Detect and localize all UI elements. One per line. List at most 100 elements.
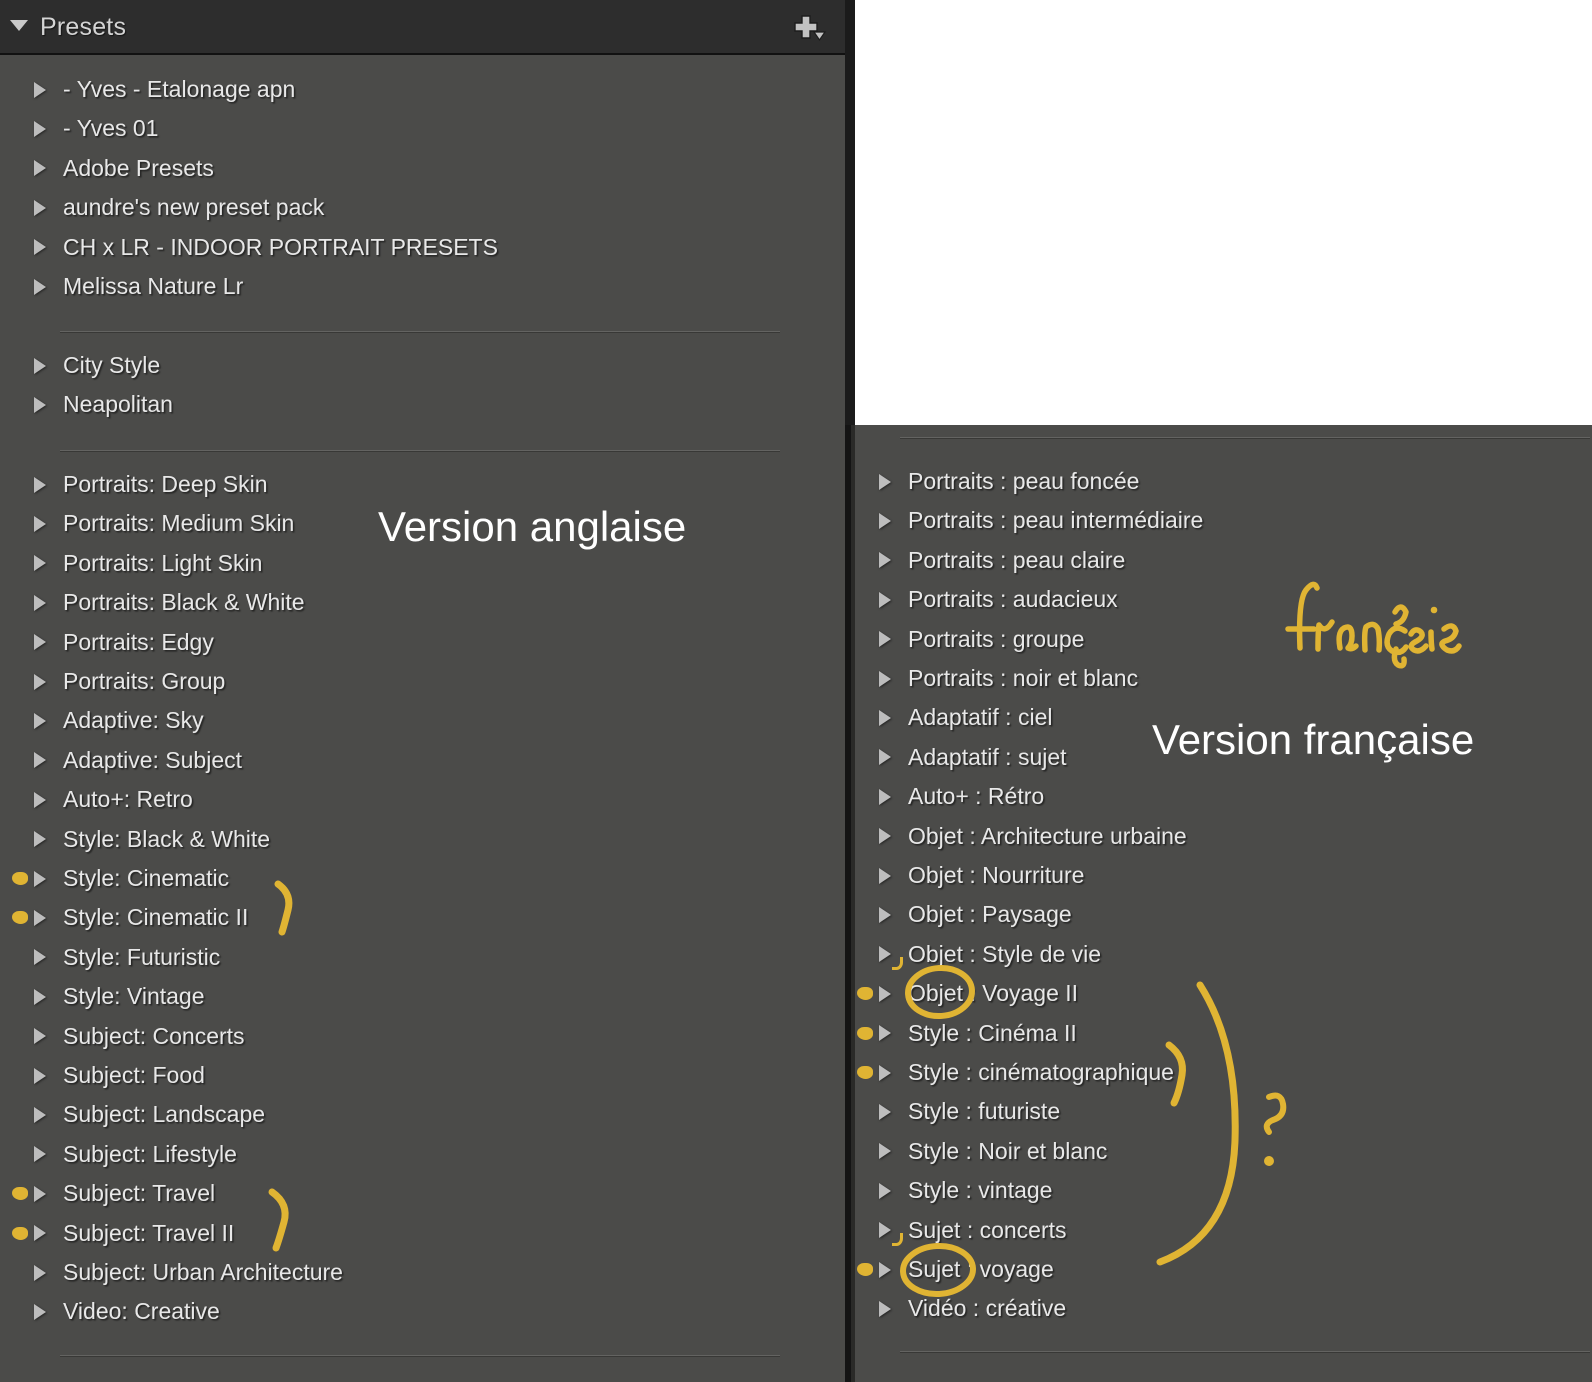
disclosure-triangle-icon[interactable] bbox=[879, 1261, 891, 1278]
preset-list-item[interactable]: Subject: Landscape bbox=[0, 1095, 845, 1134]
disclosure-triangle-icon[interactable] bbox=[879, 1182, 891, 1199]
disclosure-triangle-icon[interactable] bbox=[34, 1067, 46, 1084]
preset-list-item[interactable]: Portraits: Black & White bbox=[0, 583, 845, 622]
disclosure-triangle-icon[interactable] bbox=[34, 278, 46, 295]
preset-list-item[interactable]: - Yves 01 bbox=[0, 109, 845, 148]
disclosure-triangle-icon[interactable] bbox=[34, 831, 46, 848]
disclosure-triangle-icon[interactable] bbox=[34, 396, 46, 413]
disclosure-triangle-icon[interactable] bbox=[34, 870, 46, 887]
preset-list-item[interactable]: Portraits: Group bbox=[0, 662, 845, 701]
disclosure-triangle-icon[interactable] bbox=[879, 473, 891, 490]
preset-list-item[interactable]: Sujet : voyage bbox=[855, 1250, 1592, 1289]
preset-list-item[interactable]: Style: Cinematic bbox=[0, 859, 845, 898]
preset-list-item[interactable]: Portraits : peau claire bbox=[855, 541, 1592, 580]
disclosure-triangle-icon[interactable] bbox=[879, 1222, 891, 1239]
disclosure-triangle-icon[interactable] bbox=[879, 828, 891, 845]
preset-list-item[interactable]: CH x LR - INDOOR PORTRAIT PRESETS bbox=[0, 228, 845, 267]
preset-list-item[interactable]: Portraits : noir et blanc bbox=[855, 659, 1592, 698]
preset-list-item[interactable]: Portraits : groupe bbox=[855, 620, 1592, 659]
disclosure-triangle-icon[interactable] bbox=[34, 515, 46, 532]
disclosure-triangle-icon[interactable] bbox=[879, 1064, 891, 1081]
disclosure-triangle-icon[interactable] bbox=[879, 906, 891, 923]
preset-list-item[interactable]: Style: Vintage bbox=[0, 977, 845, 1016]
preset-list-item[interactable]: aundre's new preset pack bbox=[0, 188, 845, 227]
disclosure-triangle-icon[interactable] bbox=[34, 1106, 46, 1123]
disclosure-triangle-icon[interactable] bbox=[34, 239, 46, 256]
preset-list-item[interactable]: Style : Cinéma II bbox=[855, 1014, 1592, 1053]
disclosure-triangle-icon[interactable] bbox=[34, 1028, 46, 1045]
disclosure-triangle-icon[interactable] bbox=[34, 1303, 46, 1320]
disclosure-triangle-icon[interactable] bbox=[879, 1025, 891, 1042]
disclosure-triangle-icon[interactable] bbox=[879, 512, 891, 529]
preset-list-item[interactable]: Style: Futuristic bbox=[0, 938, 845, 977]
disclosure-triangle-icon[interactable] bbox=[34, 1264, 46, 1281]
disclosure-triangle-icon[interactable] bbox=[34, 1225, 46, 1242]
preset-list-item[interactable]: Portraits : peau intermédiaire bbox=[855, 501, 1592, 540]
disclosure-triangle-icon[interactable] bbox=[34, 594, 46, 611]
disclosure-triangle-icon[interactable] bbox=[879, 670, 891, 687]
disclosure-triangle-icon[interactable] bbox=[34, 120, 46, 137]
preset-list-item[interactable]: Subject: Food bbox=[0, 1056, 845, 1095]
preset-list-item[interactable]: Style: Cinematic II bbox=[0, 898, 845, 937]
disclosure-triangle-icon[interactable] bbox=[879, 1103, 891, 1120]
disclosure-triangle-icon[interactable] bbox=[34, 1146, 46, 1163]
preset-list-item[interactable]: Adaptive: Sky bbox=[0, 701, 845, 740]
disclosure-triangle-icon[interactable] bbox=[34, 673, 46, 690]
preset-list-item[interactable]: Vidéo : créative bbox=[855, 1289, 1592, 1328]
preset-list-item[interactable]: Subject: Concerts bbox=[0, 1017, 845, 1056]
disclosure-triangle-icon[interactable] bbox=[34, 476, 46, 493]
preset-list-item[interactable]: Style : vintage bbox=[855, 1171, 1592, 1210]
disclosure-triangle-icon[interactable] bbox=[34, 1185, 46, 1202]
disclosure-triangle-icon[interactable] bbox=[879, 631, 891, 648]
preset-list-item[interactable]: Melissa Nature Lr bbox=[0, 267, 845, 306]
preset-list-item[interactable]: Portraits: Edgy bbox=[0, 623, 845, 662]
preset-list-item[interactable]: Objet : Style de vie bbox=[855, 935, 1592, 974]
disclosure-triangle-icon[interactable] bbox=[34, 988, 46, 1005]
preset-list-item[interactable]: Objet : Paysage bbox=[855, 895, 1592, 934]
disclosure-triangle-icon[interactable] bbox=[879, 867, 891, 884]
preset-list-item[interactable]: Objet : Architecture urbaine bbox=[855, 817, 1592, 856]
preset-list-item[interactable]: Style : futuriste bbox=[855, 1092, 1592, 1131]
disclosure-triangle-icon[interactable] bbox=[34, 160, 46, 177]
disclosure-triangle-icon[interactable] bbox=[34, 357, 46, 374]
preset-list-item[interactable]: Neapolitan bbox=[0, 385, 845, 424]
preset-list-item[interactable]: Portraits : peau foncée bbox=[855, 462, 1592, 501]
preset-list-item[interactable]: Adobe Presets bbox=[0, 149, 845, 188]
disclosure-triangle-icon[interactable] bbox=[34, 791, 46, 808]
disclosure-triangle-icon[interactable] bbox=[34, 81, 46, 98]
disclosure-triangle-icon[interactable] bbox=[879, 788, 891, 805]
disclosure-triangle-icon[interactable] bbox=[34, 909, 46, 926]
preset-list-item[interactable]: Subject: Urban Architecture bbox=[0, 1253, 845, 1292]
plus-with-chevron-icon[interactable] bbox=[791, 14, 827, 44]
triangle-down-icon[interactable] bbox=[10, 20, 28, 31]
preset-list-item[interactable]: Style: Black & White bbox=[0, 820, 845, 859]
preset-list-item[interactable]: Sujet : concerts bbox=[855, 1211, 1592, 1250]
disclosure-triangle-icon[interactable] bbox=[34, 634, 46, 651]
disclosure-triangle-icon[interactable] bbox=[34, 199, 46, 216]
preset-list-item[interactable]: Portraits: Deep Skin bbox=[0, 465, 845, 504]
disclosure-triangle-icon[interactable] bbox=[879, 1143, 891, 1160]
preset-list-item[interactable]: Auto+ : Rétro bbox=[855, 777, 1592, 816]
disclosure-triangle-icon[interactable] bbox=[879, 552, 891, 569]
disclosure-triangle-icon[interactable] bbox=[879, 591, 891, 608]
disclosure-triangle-icon[interactable] bbox=[879, 985, 891, 1002]
preset-list-item[interactable]: Style : Noir et blanc bbox=[855, 1132, 1592, 1171]
preset-list-item[interactable]: Adaptive: Subject bbox=[0, 741, 845, 780]
disclosure-triangle-icon[interactable] bbox=[879, 709, 891, 726]
preset-list-item[interactable]: Objet : Voyage II bbox=[855, 974, 1592, 1013]
preset-list-item[interactable]: Style : cinématographique bbox=[855, 1053, 1592, 1092]
preset-list-item[interactable]: Subject: Lifestyle bbox=[0, 1135, 845, 1174]
preset-list-item[interactable]: Video: Creative bbox=[0, 1292, 845, 1331]
preset-list-item[interactable]: Subject: Travel bbox=[0, 1174, 845, 1213]
disclosure-triangle-icon[interactable] bbox=[34, 712, 46, 729]
disclosure-triangle-icon[interactable] bbox=[34, 555, 46, 572]
preset-list-item[interactable]: City Style bbox=[0, 346, 845, 385]
disclosure-triangle-icon[interactable] bbox=[879, 749, 891, 766]
preset-list-item[interactable]: Portraits : audacieux bbox=[855, 580, 1592, 619]
disclosure-triangle-icon[interactable] bbox=[879, 946, 891, 963]
preset-list-item[interactable]: Auto+: Retro bbox=[0, 780, 845, 819]
disclosure-triangle-icon[interactable] bbox=[34, 752, 46, 769]
presets-panel-header[interactable]: Presets bbox=[0, 0, 845, 55]
preset-list-item[interactable]: Subject: Travel II bbox=[0, 1214, 845, 1253]
disclosure-triangle-icon[interactable] bbox=[34, 949, 46, 966]
